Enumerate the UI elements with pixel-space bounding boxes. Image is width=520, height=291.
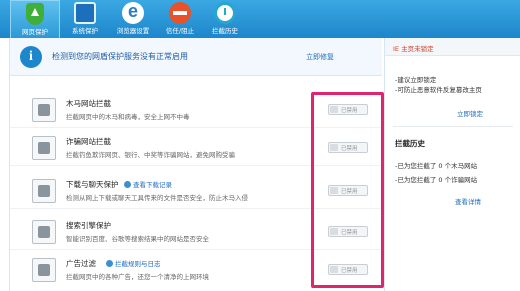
divider: [393, 126, 513, 127]
tab-browser-settings[interactable]: 浏览器设置: [108, 0, 158, 38]
history-line: -已为您拦截了 0 个木马网站: [395, 162, 478, 170]
ie-icon: [122, 1, 144, 24]
row-description: 检测从网上下载或聊天工具传来的文件是否安全，防止木马入侵: [66, 194, 248, 202]
fix-now-link[interactable]: 立即修复: [306, 52, 334, 62]
row-title: 诈骗网站拦截: [66, 137, 111, 146]
ad-rules-link[interactable]: 拦截规则与日志: [106, 258, 161, 268]
link-label: 查看下载记录: [133, 181, 172, 189]
tab-label: 拦截历史: [212, 27, 238, 35]
notice-text: 检测到您的网盾保护服务没有正常启用: [52, 52, 188, 61]
service-notice: i 检测到您的网盾保护服务没有正常启用 立即修复: [10, 38, 382, 76]
gear-icon: [124, 181, 131, 188]
ie-warning-header: IE 主页未锁定: [385, 38, 520, 56]
side-tip-line: -建议立即锁定: [395, 76, 437, 84]
block-icon: [169, 2, 191, 24]
row-description: 拦截网页中的木马和病毒，安全上网不中毒: [66, 113, 190, 121]
monitor-icon: [74, 2, 96, 24]
tab-label: 系统保护: [72, 27, 98, 35]
history-title: 拦截历史: [395, 139, 425, 148]
info-icon: i: [20, 46, 42, 68]
row-description: 拦截钓鱼欺诈网页、银行、中奖等诈骗网站，避免网购受骗: [66, 151, 235, 159]
history-icon: [214, 2, 236, 24]
search-engine-icon: [32, 220, 56, 244]
tab-label: 浏览器设置: [116, 27, 150, 35]
side-panel: IE 主页未锁定 -建议立即锁定 -可防止恶意软件反复篡改主页 立即锁定 拦截历…: [384, 38, 520, 291]
row-title: 广告过滤: [66, 259, 96, 268]
pop-ad-icon: [32, 258, 56, 282]
download-icon: [32, 179, 56, 203]
highlight-box: [311, 92, 384, 288]
link-label: 拦截规则与日志: [115, 260, 161, 268]
history-line: -已为您拦截了 0 个诈骗网站: [395, 176, 478, 184]
row-description: 智能识别百度、谷歌等搜索结果中的网站是否安全: [66, 235, 209, 243]
ie-warning-text: IE 主页未锁定: [393, 45, 434, 53]
side-tip-line: -可防止恶意软件反复篡改主页: [395, 86, 482, 94]
row-title: 下载与聊天保护: [66, 180, 119, 189]
tab-system-protection[interactable]: 系统保护: [60, 0, 110, 38]
tab-label: 信任/阻止: [165, 27, 195, 35]
tab-block-history[interactable]: 拦截历史: [200, 0, 250, 38]
row-title: 搜索引擎保护: [66, 221, 111, 230]
download-records-link[interactable]: 查看下载记录: [124, 179, 172, 189]
trojan-shield-icon: [32, 98, 56, 122]
top-toolbar: 网页保护 系统保护 浏览器设置 信任/阻止 拦截历史: [0, 0, 520, 38]
tab-web-protection[interactable]: 网页保护: [10, 0, 60, 38]
row-description: 拦截网页中的各种广告，还您一个清净的上网环境: [66, 273, 209, 281]
fraud-icon: [32, 136, 56, 160]
tab-trust-block[interactable]: 信任/阻止: [155, 0, 205, 38]
lock-now-link[interactable]: 立即锁定: [457, 108, 483, 118]
tab-label: 网页保护: [22, 28, 48, 36]
view-details-link[interactable]: 查看详情: [455, 196, 481, 206]
shield-icon: [26, 3, 44, 25]
gear-icon: [106, 260, 113, 267]
row-title: 木马网站拦截: [66, 99, 111, 108]
